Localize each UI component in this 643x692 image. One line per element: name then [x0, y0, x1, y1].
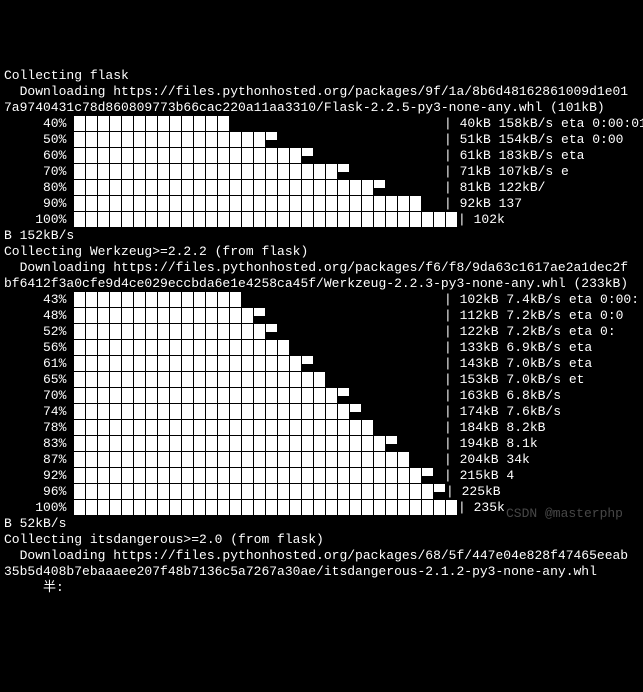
- progress-status: | 40kB 158kB/s eta 0:00:01: [444, 116, 643, 132]
- progress-status: | 81kB 122kB/: [444, 180, 639, 196]
- progress-percent: 40% |: [4, 116, 74, 132]
- progress-status: | 92kB 137: [444, 196, 639, 212]
- progress-bar: [74, 468, 434, 483]
- progress-percent: 100% |: [4, 500, 74, 516]
- progress-bar: [74, 180, 386, 195]
- progress-percent: 50% |: [4, 132, 74, 148]
- werkzeug-tail-line: B 52kB/s: [4, 516, 639, 532]
- werkzeug-progress-row-1: 48% | | 112kB 7.2kB/s eta 0:0: [4, 308, 639, 324]
- progress-status: | 122kB 7.2kB/s eta 0:: [444, 324, 639, 340]
- progress-bar: [74, 292, 242, 307]
- werkzeug-progress-row-4: 61% | | 143kB 7.0kB/s eta: [4, 356, 639, 372]
- progress-status: | 112kB 7.2kB/s eta 0:0: [444, 308, 639, 324]
- progress-percent: 56% |: [4, 340, 74, 356]
- werkzeug-progress-row-0: 43% | | 102kB 7.4kB/s eta 0:00:: [4, 292, 639, 308]
- progress-status: | 102kB 7.4kB/s eta 0:00:: [444, 292, 639, 308]
- progress-status: | 71kB 107kB/s e: [444, 164, 639, 180]
- progress-percent: 43% |: [4, 292, 74, 308]
- progress-bar: [74, 404, 362, 419]
- progress-percent: 61% |: [4, 356, 74, 372]
- progress-bar: [74, 324, 278, 339]
- progress-status: | 133kB 6.9kB/s eta: [444, 340, 639, 356]
- progress-status: | 61kB 183kB/s eta: [444, 148, 639, 164]
- progress-bar: [74, 212, 458, 227]
- progress-status: | 51kB 154kB/s eta 0:00: [444, 132, 639, 148]
- progress-percent: 87% |: [4, 452, 74, 468]
- progress-percent: 96% |: [4, 484, 74, 500]
- flask-progress-row-4: 80% | | 81kB 122kB/: [4, 180, 639, 196]
- progress-bar: [74, 164, 350, 179]
- progress-bar: [74, 436, 398, 451]
- flask-tail-line: B 152kB/s: [4, 228, 639, 244]
- progress-bar: [74, 148, 314, 163]
- progress-bar: [74, 372, 326, 387]
- progress-bar: [74, 452, 410, 467]
- progress-bar: [74, 308, 266, 323]
- terminal-line-bottom-1: Downloading https://files.pythonhosted.o…: [4, 548, 639, 564]
- werkzeug-progress-row-3: 56% | | 133kB 6.9kB/s eta: [4, 340, 639, 356]
- progress-percent: 70% |: [4, 164, 74, 180]
- progress-bar: [74, 388, 350, 403]
- werkzeug-progress-row-13: 100% | | 235k: [4, 500, 639, 516]
- progress-status: | 184kB 8.2kB: [444, 420, 639, 436]
- terminal-line-top-2: 7a9740431c78d860809773b66cac220a11aa3310…: [4, 100, 639, 116]
- terminal-line-bottom-2: 35b5d408b7ebaaaee207f48b7136c5a7267a30ae…: [4, 564, 639, 580]
- progress-status: | 194kB 8.1k: [444, 436, 639, 452]
- terminal-line-mid-1: Downloading https://files.pythonhosted.o…: [4, 260, 639, 276]
- progress-status: | 215kB 4: [444, 468, 639, 484]
- terminal-line-bottom-0: Collecting itsdangerous>=2.0 (from flask…: [4, 532, 639, 548]
- progress-bar: [74, 196, 422, 211]
- progress-percent: 74% |: [4, 404, 74, 420]
- progress-bar: [74, 500, 458, 515]
- terminal-line-bottom-3: 半:: [4, 580, 639, 596]
- progress-status: | 204kB 34k: [444, 452, 639, 468]
- terminal-line-top-1: Downloading https://files.pythonhosted.o…: [4, 84, 639, 100]
- progress-percent: 78% |: [4, 420, 74, 436]
- progress-percent: 100% |: [4, 212, 74, 228]
- progress-percent: 90% |: [4, 196, 74, 212]
- terminal-line-mid-0: Collecting Werkzeug>=2.2.2 (from flask): [4, 244, 639, 260]
- progress-bar: [74, 132, 278, 147]
- progress-percent: 92% |: [4, 468, 74, 484]
- progress-bar: [74, 116, 230, 131]
- werkzeug-progress-row-8: 78% | | 184kB 8.2kB: [4, 420, 639, 436]
- progress-bar: [74, 356, 314, 371]
- flask-progress-row-2: 60% | | 61kB 183kB/s eta: [4, 148, 639, 164]
- werkzeug-progress-row-12: 96% | | 225kB: [4, 484, 639, 500]
- terminal-line-mid-2: bf6412f3a0cfe9d4ce029eccbda6e1e4258ca45f…: [4, 276, 639, 292]
- werkzeug-progress-row-7: 74% | | 174kB 7.6kB/s: [4, 404, 639, 420]
- progress-status: | 102k: [458, 212, 639, 228]
- progress-status: | 163kB 6.8kB/s: [444, 388, 639, 404]
- flask-progress-row-3: 70% | | 71kB 107kB/s e: [4, 164, 639, 180]
- flask-progress-row-1: 50% | | 51kB 154kB/s eta 0:00: [4, 132, 639, 148]
- progress-percent: 83% |: [4, 436, 74, 452]
- progress-status: | 235k: [458, 500, 639, 516]
- progress-percent: 80% |: [4, 180, 74, 196]
- flask-progress-row-0: 40% || 40kB 158kB/s eta 0:00:01: [4, 116, 639, 132]
- progress-bar: [74, 340, 290, 355]
- flask-progress-row-6: 100% | | 102k: [4, 212, 639, 228]
- progress-status: | 153kB 7.0kB/s et: [444, 372, 639, 388]
- progress-percent: 70% |: [4, 388, 74, 404]
- flask-progress-row-5: 90% | | 92kB 137: [4, 196, 639, 212]
- werkzeug-progress-row-2: 52% | | 122kB 7.2kB/s eta 0:: [4, 324, 639, 340]
- progress-status: | 174kB 7.6kB/s: [444, 404, 639, 420]
- progress-bar: [74, 484, 446, 499]
- werkzeug-progress-row-9: 83% | | 194kB 8.1k: [4, 436, 639, 452]
- progress-status: | 143kB 7.0kB/s eta: [444, 356, 639, 372]
- progress-percent: 48% |: [4, 308, 74, 324]
- terminal-line-top-0: Collecting flask: [4, 68, 639, 84]
- progress-percent: 60% |: [4, 148, 74, 164]
- werkzeug-progress-row-10: 87% | | 204kB 34k: [4, 452, 639, 468]
- progress-percent: 65% |: [4, 372, 74, 388]
- progress-bar: [74, 420, 374, 435]
- progress-status: | 225kB: [446, 484, 639, 500]
- werkzeug-progress-row-5: 65% | | 153kB 7.0kB/s et: [4, 372, 639, 388]
- progress-percent: 52% |: [4, 324, 74, 340]
- werkzeug-progress-row-11: 92% | | 215kB 4: [4, 468, 639, 484]
- werkzeug-progress-row-6: 70% | | 163kB 6.8kB/s: [4, 388, 639, 404]
